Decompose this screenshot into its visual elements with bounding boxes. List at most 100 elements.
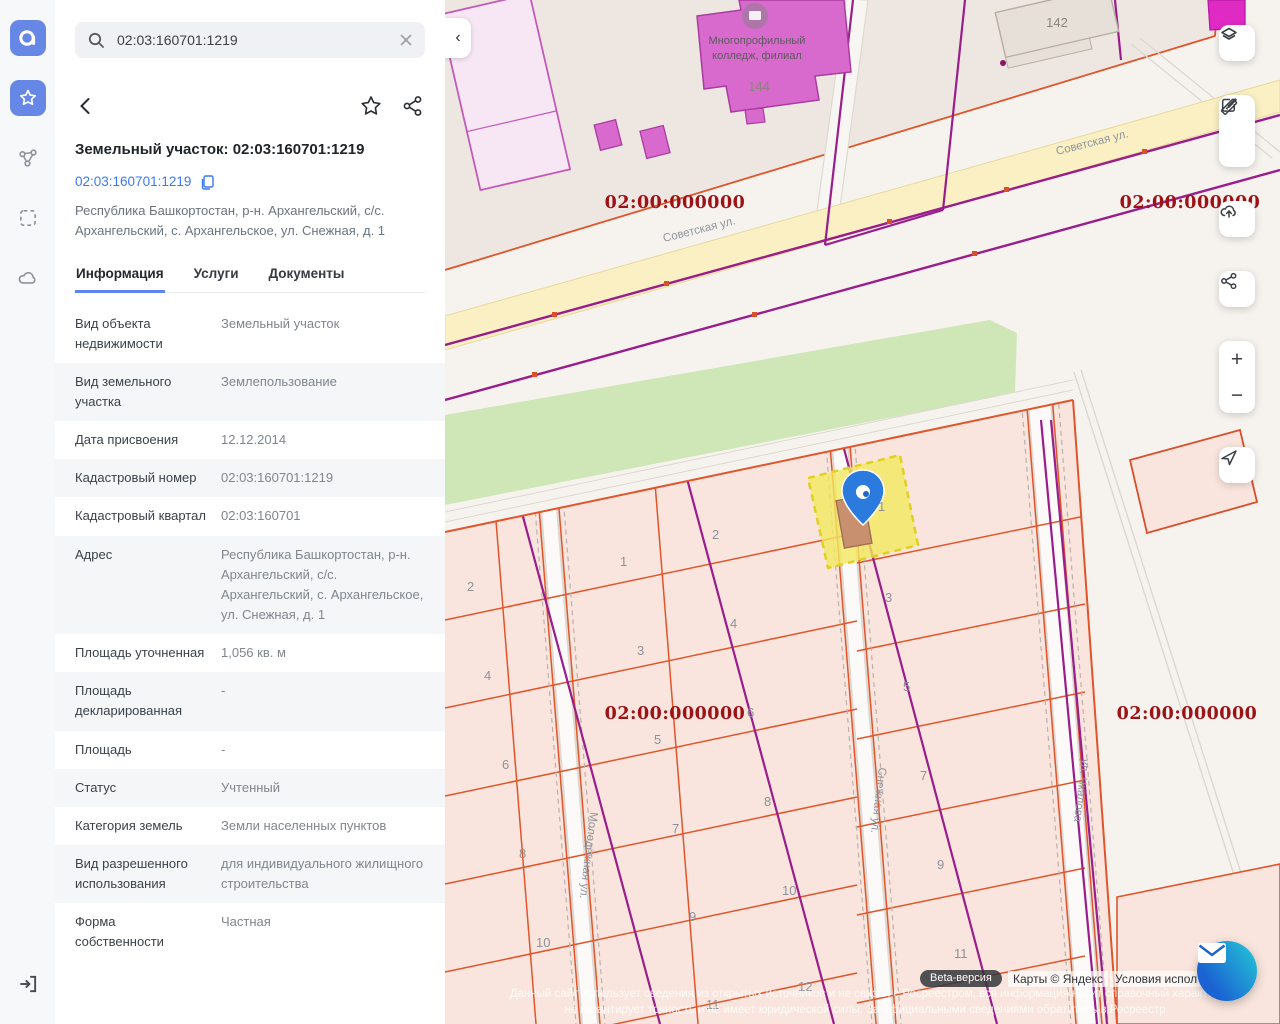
terms-link[interactable]: Условия испол (1110, 971, 1202, 987)
parcel-number: 6 (502, 757, 509, 772)
search-bar (75, 22, 425, 58)
info-row: Площадь- (55, 731, 445, 769)
clear-search-icon[interactable] (399, 33, 413, 47)
info-value: Частная (221, 912, 431, 952)
share-map-icon (1219, 271, 1239, 291)
info-value: Республика Башкортостан, р-н. Архангельс… (221, 545, 431, 626)
copy-icon[interactable] (199, 174, 215, 190)
cloud-icon (17, 267, 39, 289)
upload-button[interactable] (1219, 201, 1255, 237)
icon-rail (0, 0, 55, 1024)
collapse-panel-button[interactable]: ‹ (445, 18, 471, 58)
info-value: - (221, 740, 431, 760)
parcel-number: 4 (730, 616, 737, 631)
parcel-number: 8 (764, 794, 771, 809)
favorites-button[interactable] (10, 80, 46, 116)
layers-icon (1219, 25, 1239, 45)
details-panel: Земельный участок: 02:03:160701:1219 02:… (55, 0, 445, 1024)
info-label: Площадь уточненная (75, 643, 207, 663)
info-row: Площадь уточненная 1,056 кв. м (55, 634, 445, 672)
info-row: Вид земельного участкаЗемлепользование (55, 363, 445, 421)
parcel-number: 2 (712, 527, 719, 542)
zoom-control: + − (1219, 341, 1255, 413)
info-value: для индивидуального жилищного строительс… (221, 854, 431, 894)
info-row: АдресРеспублика Башкортостан, р-н. Архан… (55, 536, 445, 635)
info-row: Площадь декларированная- (55, 672, 445, 730)
parcel-number: 8 (519, 846, 526, 861)
info-label: Кадастровый квартал (75, 506, 207, 526)
chat-button[interactable] (1197, 941, 1257, 1001)
info-value: 1,056 кв. м (221, 643, 431, 663)
info-row: Вид объекта недвижимостиЗемельный участо… (55, 305, 445, 363)
info-value: - (221, 681, 431, 721)
edit-icon (1219, 95, 1239, 115)
quarter-label: 02:00:000000 (1117, 704, 1258, 724)
beta-badge: Beta-версия (920, 970, 1002, 987)
info-label: Адрес (75, 545, 207, 626)
building-142-label: 142 (1046, 15, 1068, 30)
parcel-number: 2 (467, 579, 474, 594)
info-label: Кадастровый номер (75, 468, 207, 488)
tab-документы[interactable]: Документы (268, 262, 346, 293)
envelope-icon (1197, 941, 1227, 965)
info-value: 12.12.2014 (221, 430, 431, 450)
star-outline-icon (359, 94, 383, 118)
info-label: Статус (75, 778, 207, 798)
maps-copyright[interactable]: Карты © Яндекс (1008, 971, 1108, 987)
info-row: Вид разрешенного использованиядля индиви… (55, 845, 445, 903)
logo-icon (17, 27, 39, 49)
star-icon (18, 88, 38, 108)
parcel-number: 7 (920, 768, 927, 783)
layers-network-button[interactable] (10, 140, 46, 176)
info-value: Земельный участок (221, 314, 431, 354)
cadastral-number-link[interactable]: 02:03:160701:1219 (75, 174, 191, 189)
share-icon (401, 94, 425, 118)
map-canvas[interactable]: Многопрофильный колледж, филиал 144 142 … (445, 0, 1280, 1024)
select-area-button[interactable] (10, 200, 46, 236)
info-table: Вид объекта недвижимостиЗемельный участо… (55, 305, 445, 962)
object-address: Республика Башкортостан, р-н. Архангельс… (75, 201, 425, 242)
locate-button[interactable] (1219, 447, 1255, 483)
tab-информация[interactable]: Информация (75, 262, 165, 293)
zoom-in-button[interactable]: + (1231, 341, 1243, 377)
parcel-number: 6 (747, 705, 754, 720)
info-row: Форма собственностиЧастная (55, 903, 445, 961)
parcel-number: 9 (689, 909, 696, 924)
measure-edit-group (1219, 95, 1255, 167)
navigate-icon (1219, 447, 1239, 467)
share-map-button[interactable] (1219, 271, 1255, 307)
parcel-number: 4 (484, 668, 491, 683)
parcel-number: 5 (654, 732, 661, 747)
parcel-number: 5 (903, 679, 910, 694)
parcel-number: 1 (878, 499, 885, 514)
login-button[interactable] (10, 966, 46, 1002)
quarter-label: 02:00:000000 (605, 193, 746, 213)
cloud-button[interactable] (10, 260, 46, 296)
info-row: Кадастровый номер02:03:160701:1219 (55, 459, 445, 497)
back-button[interactable] (75, 95, 97, 117)
favorite-object-button[interactable] (359, 94, 383, 118)
college-number: 144 (748, 79, 770, 94)
parcel-number: 11 (954, 946, 968, 961)
disclaimer-line-1: Данный сайт использует сведения из откры… (465, 988, 1265, 1000)
info-row: Дата присвоения12.12.2014 (55, 421, 445, 459)
quarter-label: 02:00:000000 (605, 704, 746, 724)
map-area[interactable]: Многопрофильный колледж, филиал 144 142 … (445, 0, 1280, 1024)
tabs: Информация Услуги Документы (75, 262, 425, 293)
share-object-button[interactable] (401, 94, 425, 118)
app-window: Земельный участок: 02:03:160701:1219 02:… (0, 0, 1280, 1024)
info-value: Учтенный (221, 778, 431, 798)
parcel-number: 3 (637, 643, 644, 658)
cadastral-link-row: 02:03:160701:1219 (75, 174, 425, 190)
page-title: Земельный участок: 02:03:160701:1219 (75, 140, 425, 160)
layers-button[interactable] (1219, 25, 1255, 61)
college-label-2: колледж, филиал (712, 50, 802, 62)
search-input[interactable] (115, 31, 389, 49)
parcel-number: 9 (937, 857, 944, 872)
app-logo[interactable] (10, 20, 46, 56)
tab-услуги[interactable]: Услуги (193, 262, 240, 293)
parcel-number: 3 (885, 590, 892, 605)
info-value: 02:03:160701 (221, 506, 431, 526)
zoom-out-button[interactable]: − (1231, 377, 1243, 413)
disclaimer-line-2: не гарантирует точность и не имеет юриди… (465, 1004, 1265, 1016)
